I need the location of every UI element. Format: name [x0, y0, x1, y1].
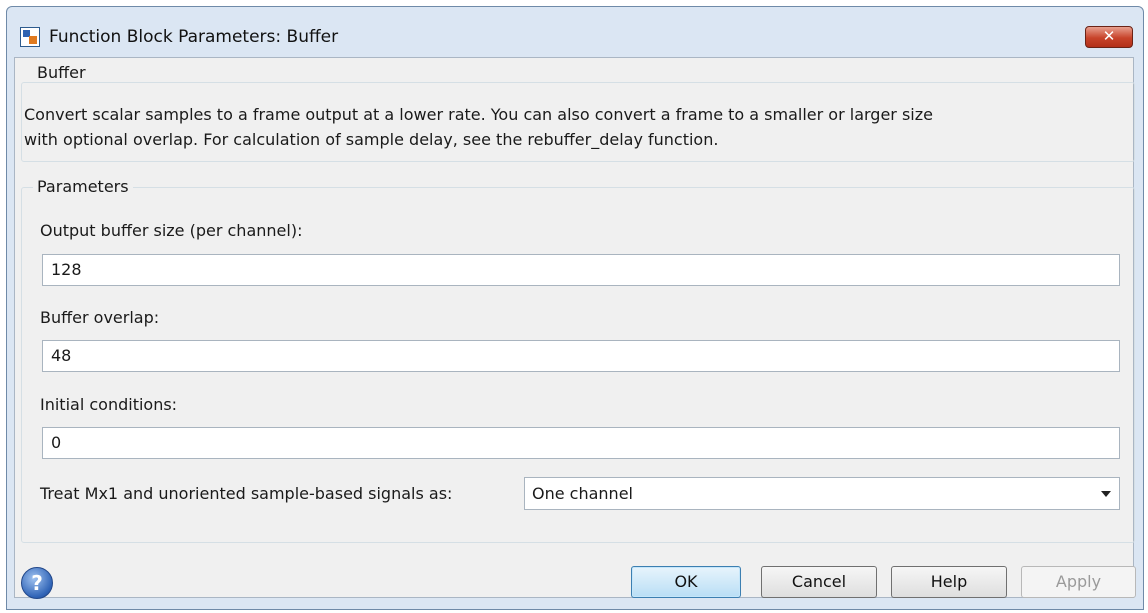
chevron-down-icon[interactable]	[1101, 491, 1111, 497]
initial-conditions-input[interactable]: 0	[42, 427, 1120, 459]
simulink-block-icon	[20, 27, 40, 47]
output-buffer-size-label: Output buffer size (per channel):	[40, 221, 303, 240]
apply-button[interactable]: Apply	[1021, 566, 1136, 598]
block-description: Convert scalar samples to a frame output…	[24, 102, 1104, 152]
parameters-group-title: Parameters	[33, 177, 133, 196]
treat-signals-label: Treat Mx1 and unoriented sample-based si…	[40, 484, 453, 503]
ok-button[interactable]: OK	[631, 566, 741, 598]
buffer-overlap-input[interactable]: 48	[42, 340, 1120, 372]
description-line-1: Convert scalar samples to a frame output…	[24, 105, 933, 124]
output-buffer-size-input[interactable]: 128	[42, 254, 1120, 286]
buffer-overlap-label: Buffer overlap:	[40, 308, 160, 327]
treat-signals-dropdown[interactable]: One channel	[524, 477, 1120, 510]
cancel-button[interactable]: Cancel	[761, 566, 877, 598]
treat-signals-selected-value: One channel	[532, 484, 633, 503]
initial-conditions-label: Initial conditions:	[40, 395, 178, 414]
help-button[interactable]: Help	[891, 566, 1007, 598]
close-button[interactable]: ✕	[1085, 26, 1133, 48]
buffer-group-title: Buffer	[33, 63, 90, 82]
description-line-2: with optional overlap. For calculation o…	[24, 130, 719, 149]
help-question-icon[interactable]: ?	[21, 567, 53, 599]
window-title: Function Block Parameters: Buffer	[49, 27, 339, 47]
title-bar[interactable]: Function Block Parameters: Buffer ✕	[7, 7, 1143, 59]
